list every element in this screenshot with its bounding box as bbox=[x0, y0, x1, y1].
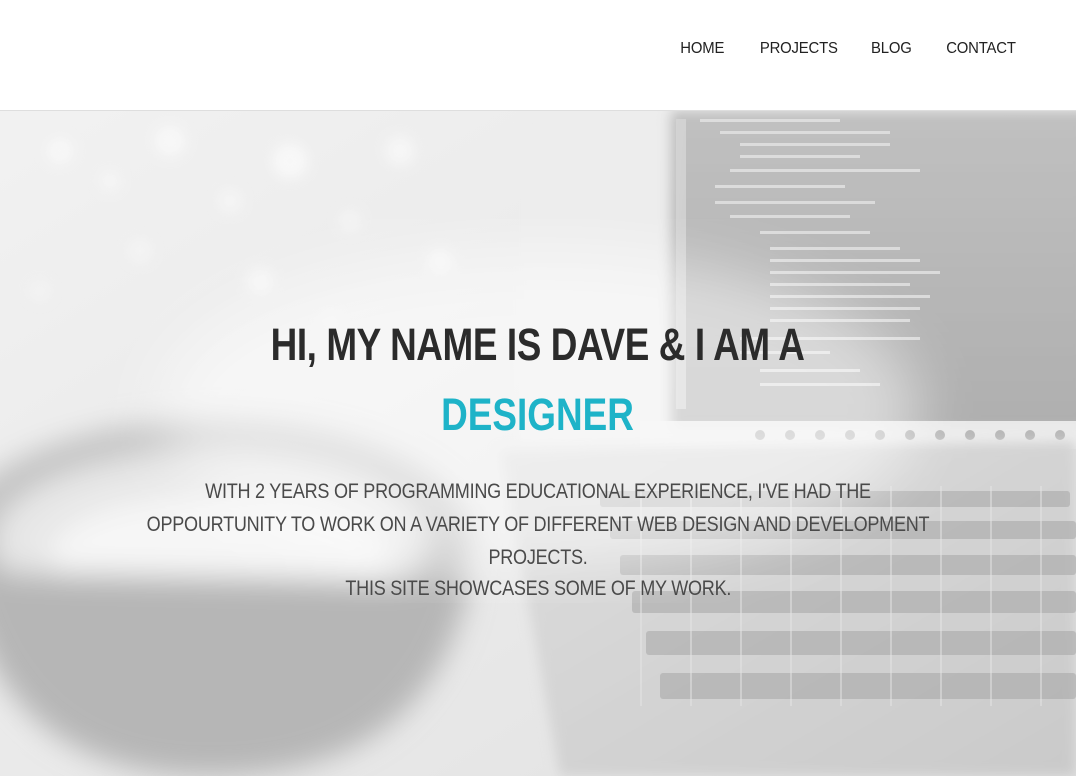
hero-role: DESIGNER bbox=[0, 387, 1076, 443]
site-header: HOME PROJECTS BLOG CONTACT bbox=[0, 0, 1076, 111]
hero-intro-text: WITH 2 YEARS OF PROGRAMMING EDUCATIONAL … bbox=[146, 480, 930, 569]
hero-section: HI, MY NAME IS DAVE & I AM A DESIGNER WI… bbox=[0, 111, 1076, 776]
main-nav: HOME PROJECTS BLOG CONTACT bbox=[677, 40, 1016, 58]
hero-content: HI, MY NAME IS DAVE & I AM A DESIGNER WI… bbox=[0, 111, 1076, 776]
hero-role-text: DESIGNER bbox=[441, 389, 635, 440]
nav-blog-link[interactable]: BLOG bbox=[871, 40, 912, 58]
hero-intro-paragraph: WITH 2 YEARS OF PROGRAMMING EDUCATIONAL … bbox=[80, 475, 996, 574]
hero-showcase-text: THIS SITE SHOWCASES SOME OF MY WORK. bbox=[345, 577, 731, 600]
hero-headline: HI, MY NAME IS DAVE & I AM A bbox=[0, 317, 1076, 373]
nav-contact-link[interactable]: CONTACT bbox=[946, 40, 1016, 58]
hero-showcase-paragraph: THIS SITE SHOWCASES SOME OF MY WORK. bbox=[0, 574, 1076, 604]
nav-projects-link[interactable]: PROJECTS bbox=[760, 40, 838, 58]
hero-headline-text: HI, MY NAME IS DAVE & I AM A bbox=[271, 319, 805, 370]
nav-home-link[interactable]: HOME bbox=[680, 40, 724, 58]
